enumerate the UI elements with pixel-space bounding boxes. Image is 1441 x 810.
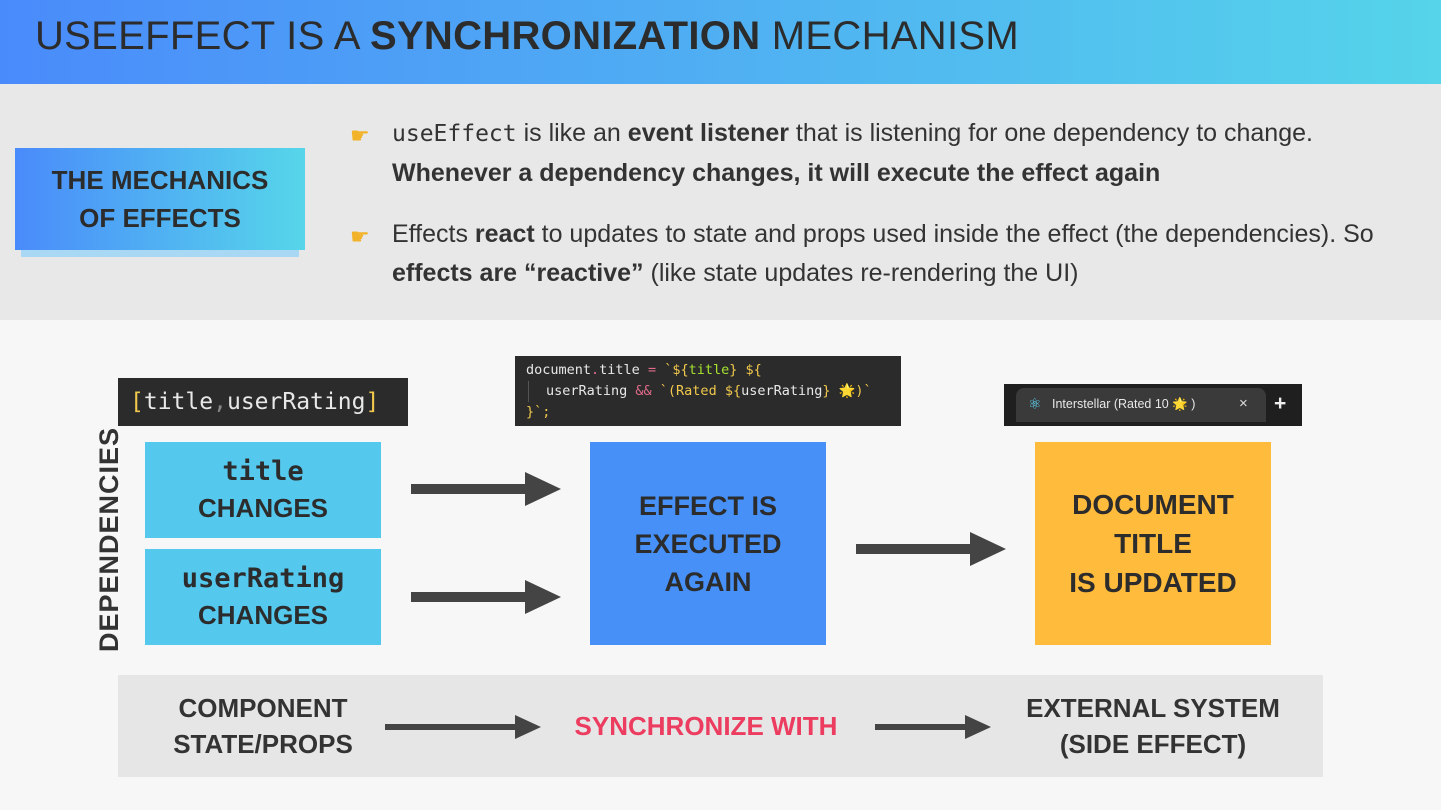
summary-line: SYNCHRONIZE WITH: [574, 711, 838, 741]
component-state-label: COMPONENT STATE/PROPS: [118, 675, 408, 777]
tab-title: Interstellar (Rated 10 🌟 ): [1052, 397, 1196, 411]
summary-line: COMPONENT: [178, 693, 348, 723]
code-token: `(Rated ${: [659, 383, 742, 399]
title-part: USEEFFECT IS A: [35, 14, 370, 58]
header-banner: USEEFFECT IS A SYNCHRONIZATION MECHANISM: [0, 0, 1441, 84]
code-token: document: [526, 362, 592, 378]
document-title-box: DOCUMENT TITLE IS UPDATED: [1035, 442, 1271, 645]
inline-code: useEffect: [392, 121, 517, 147]
browser-tab-bar: ⚛ Interstellar (Rated 10 🌟 ) × +: [1004, 384, 1302, 426]
bullet-bold: react: [474, 220, 535, 248]
effect-box-line: AGAIN: [664, 566, 752, 597]
code-bracket: ]: [365, 389, 380, 415]
code-token: &&: [627, 383, 660, 399]
mechanics-line: OF EFFECTS: [79, 203, 241, 233]
dependencies-label: DEPENDENCIES: [94, 426, 124, 652]
title-bold-part: SYNCHRONIZATION: [369, 14, 761, 58]
changes-label: CHANGES: [197, 493, 328, 523]
dependency-array-code: [title, userRating]: [118, 378, 408, 426]
new-tab-plus-icon[interactable]: +: [1274, 393, 1286, 414]
sync-summary-bar: COMPONENT STATE/PROPS SYNCHRONIZE WITH E…: [118, 675, 1323, 777]
code-token: } 🌟)`: [822, 383, 872, 399]
summary-line: STATE/PROPS: [173, 729, 353, 759]
pointing-hand-icon: ☛: [350, 224, 370, 249]
code-token: title: [143, 389, 214, 415]
rating-changes-box: userRating CHANGES: [145, 549, 381, 645]
page-title: USEEFFECT IS A SYNCHRONIZATION MECHANISM: [35, 14, 1019, 59]
arrow-right-icon: [856, 532, 1006, 566]
summary-line: EXTERNAL SYSTEM: [1026, 693, 1280, 723]
bullet-bold: event listener: [627, 119, 789, 147]
pointing-hand-icon: ☛: [350, 123, 370, 148]
code-line-3: }`;: [526, 402, 901, 423]
mechanics-box: THE MECHANICS OF EFFECTS: [15, 148, 305, 250]
bullet-span: that is listening for one dependency to …: [788, 119, 1313, 147]
code-line-1: document.title = `${title} ${: [526, 360, 901, 381]
arrow-right-icon: [875, 715, 991, 739]
code-token: userRating: [226, 389, 366, 415]
document-box-line: TITLE: [1114, 528, 1192, 559]
code-token: .: [591, 362, 600, 378]
dependency-name: userRating: [181, 563, 345, 594]
code-token: } ${: [729, 362, 762, 378]
summary-line: (SIDE EFFECT): [1059, 729, 1247, 759]
code-token: userRating: [741, 383, 823, 399]
bullet-span: to updates to state and props used insid…: [534, 220, 1374, 248]
bullet-text: Effects react to updates to state and pr…: [392, 215, 1430, 293]
synchronize-with-label: SYNCHRONIZE WITH: [533, 675, 879, 777]
bullet-span: is like an: [516, 119, 628, 147]
effect-box-line: EXECUTED: [634, 528, 782, 559]
bullet-event-listener: ☛ useEffect is like an event listener th…: [350, 114, 1430, 193]
code-token: userRating: [546, 383, 628, 399]
title-changes-box: title CHANGES: [145, 442, 381, 538]
arrow-right-icon: [411, 472, 561, 506]
bullet-text: useEffect is like an event listener that…: [392, 114, 1430, 193]
bullet-bold: effects are “reactive”: [392, 259, 644, 287]
code-token: }: [526, 404, 535, 420]
code-token: =: [639, 362, 665, 378]
browser-tab[interactable]: ⚛ Interstellar (Rated 10 🌟 ) ×: [1016, 388, 1266, 422]
dependency-name: title: [222, 456, 304, 487]
code-bracket: [: [130, 389, 144, 415]
bullet-reactive: ☛ Effects react to updates to state and …: [350, 215, 1430, 293]
arrow-right-icon: [385, 715, 541, 739]
react-logo-icon: ⚛: [1028, 396, 1042, 413]
arrow-right-icon: [411, 580, 561, 614]
code-token: `;: [534, 404, 551, 420]
bullet-span: Effects: [392, 220, 475, 248]
code-token: `${: [664, 362, 689, 378]
code-token: ,: [213, 389, 227, 415]
effect-executed-box: EFFECT IS EXECUTED AGAIN: [590, 442, 826, 645]
external-system-label: EXTERNAL SYSTEM (SIDE EFFECT): [1008, 675, 1298, 777]
document-box-line: IS UPDATED: [1069, 567, 1237, 598]
bullet-span: (like state updates re-rendering the UI): [643, 259, 1079, 287]
effect-code-snippet: document.title = `${title} ${userRating …: [515, 356, 901, 426]
changes-label: CHANGES: [197, 600, 328, 630]
effect-box-line: EFFECT IS: [638, 490, 777, 521]
close-icon[interactable]: ×: [1239, 395, 1248, 412]
code-line-2: userRating && `(Rated ${userRating} 🌟)`: [528, 381, 901, 402]
bullet-bold: Whenever a dependency changes, it will e…: [392, 159, 1161, 187]
document-box-line: DOCUMENT: [1072, 489, 1234, 520]
code-token: title: [688, 362, 730, 378]
mechanics-line: THE MECHANICS: [51, 165, 269, 195]
title-part: MECHANISM: [760, 14, 1019, 58]
code-token: title: [599, 362, 640, 378]
